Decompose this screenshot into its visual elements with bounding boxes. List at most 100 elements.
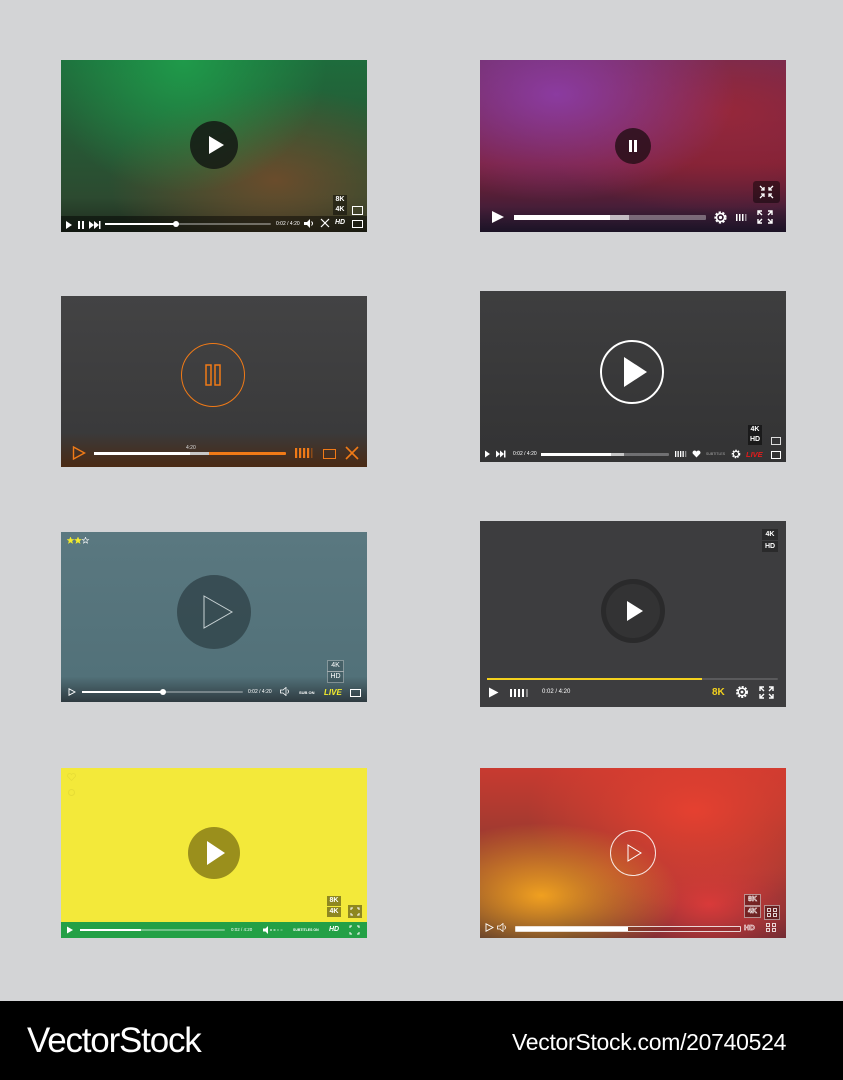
time-display: 0:02 / 4:20 [513,451,537,457]
play-button[interactable] [600,340,664,404]
progress-fill [82,691,163,693]
video-player-yellow[interactable]: 8K 4K 0:02 / 4:20 SUBTITLES ON HD [61,768,367,938]
settings-icon[interactable] [67,788,76,797]
progress-fill [94,452,190,455]
progress-track[interactable] [80,929,225,931]
video-player-green[interactable]: 8K 4K 0:02 / 4:20 HD [61,60,367,232]
star-icon [81,537,90,544]
pause-icon [629,140,637,152]
play-icon[interactable] [68,688,76,696]
pause-icon [205,364,221,386]
fullscreen-icon[interactable] [765,922,777,933]
heart-icon[interactable] [692,450,701,458]
video-player-sunset[interactable]: 8K 4K HD [480,768,786,938]
play-button[interactable] [188,827,240,879]
volume-icon[interactable] [263,926,285,934]
quality-badge-4k[interactable]: 4K [744,906,761,918]
quality-badge-4k[interactable]: 4K [333,205,347,215]
volume-icon[interactable] [497,923,508,932]
pause-button[interactable] [615,128,651,164]
time-display: 0:02 / 4:20 [248,689,272,695]
fullscreen-icon[interactable] [350,689,361,697]
heart-icon[interactable] [67,773,76,781]
subtitles-icon[interactable] [352,206,363,215]
tools-icon[interactable] [345,446,359,460]
quality-badge-4k[interactable]: 4K [327,907,341,917]
progress-track[interactable] [105,221,271,227]
hd-label[interactable]: HD [744,923,755,933]
video-player-orange[interactable]: 4:20 [61,296,367,467]
next-icon [496,450,500,458]
quality-label[interactable]: 8K [712,687,725,698]
play-button[interactable] [610,830,656,876]
settings-icon[interactable] [713,210,728,225]
quality-badge-hd[interactable]: HD [748,435,762,445]
star-icon [74,537,82,544]
settings-icon[interactable] [735,685,749,699]
video-player-dark-live[interactable]: 4K HD 0:02 / 4:20 SUBTITLES LIVE [480,291,786,462]
rating-stars[interactable] [67,537,91,544]
progress-track[interactable] [487,678,778,680]
next-icon [89,221,94,229]
progress-fill [80,929,141,931]
pause-button[interactable] [181,343,245,407]
play-icon[interactable] [66,926,74,934]
fullscreen-icon[interactable] [323,449,336,459]
video-player-slate[interactable]: 4K HD 0:02 / 4:20 SUB ON LIVE [61,532,367,702]
quality-badge-hd[interactable]: HD [327,671,344,683]
volume-level-icon[interactable] [295,448,313,458]
progress-fill [487,678,703,680]
fullscreen-icon [767,908,777,917]
brand-logo: VectorStock [27,1021,202,1060]
hd-label[interactable]: HD [335,219,345,226]
progress-fill [514,215,610,220]
quality-badge-8k[interactable]: 8K [327,896,341,906]
live-indicator: LIVE [324,688,342,697]
progress-track[interactable] [94,452,286,455]
volume-icon[interactable] [304,219,314,228]
progress-track[interactable] [514,215,706,220]
quality-badge-4k[interactable]: 4K [762,529,778,540]
play-icon[interactable] [485,923,494,932]
fullscreen-icon[interactable] [757,210,773,224]
video-player-purple[interactable] [480,60,786,232]
quality-badge-8k[interactable]: 8K [744,894,761,906]
exit-fullscreen-button[interactable] [753,181,780,203]
video-player-charcoal[interactable]: 4K HD 0:02 / 4:20 8K [480,521,786,707]
quality-badge-8k[interactable]: 8K [333,195,347,205]
settings-icon[interactable] [731,449,741,459]
volume-level-icon[interactable] [675,451,687,457]
play-button[interactable] [177,575,251,649]
progress-track[interactable] [541,453,669,456]
subtitles-toggle[interactable]: SUBTITLES ON [293,928,319,932]
play-button[interactable] [190,121,238,169]
fullscreen-button[interactable] [764,905,780,920]
fullscreen-icon[interactable] [352,220,363,228]
progress-track[interactable] [82,689,243,695]
tools-icon[interactable] [320,218,330,228]
quality-badge-4k[interactable]: 4K [748,425,762,435]
play-icon[interactable] [72,446,86,460]
volume-level-icon[interactable] [510,689,531,697]
play-button[interactable] [601,579,665,643]
fullscreen-icon[interactable] [759,686,774,699]
progress-handle[interactable] [159,689,166,695]
star-icon [67,537,75,544]
volume-level-icon[interactable] [736,214,748,221]
subtitles-label[interactable]: SUBTITLES [706,452,725,456]
fullscreen-icon[interactable] [771,451,781,459]
hd-label[interactable]: HD [329,926,339,933]
progress-track[interactable] [515,926,741,932]
star-icon [67,537,90,544]
image-url: VectorStock.com/20740524 [512,1029,787,1055]
volume-icon[interactable] [280,687,291,696]
fullscreen-icon [350,907,360,916]
play-icon[interactable] [491,210,505,224]
subtitles-toggle[interactable]: SUB ON [299,690,315,695]
time-display: 0:02 / 4:20 [231,927,253,932]
quality-badge-hd[interactable]: HD [762,541,778,552]
play-icon[interactable] [488,687,499,698]
fullscreen-icon[interactable] [349,925,360,935]
subtitles-icon[interactable] [771,437,781,445]
fullscreen-button[interactable] [348,905,362,918]
